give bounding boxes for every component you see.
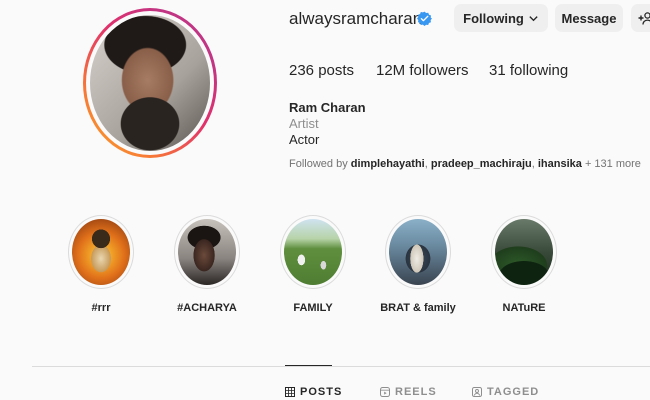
bio-text: Actor — [289, 132, 320, 147]
bio-category: Artist — [289, 116, 319, 131]
following-button-label: Following — [463, 10, 524, 26]
bio-full-name: Ram Charan — [289, 100, 366, 115]
highlight-cover — [495, 219, 553, 285]
highlight-cover — [389, 219, 447, 285]
add-user-icon — [638, 12, 650, 25]
following-link[interactable]: 31 following — [489, 62, 568, 79]
tagged-icon — [472, 387, 482, 397]
highlight-family[interactable]: FAMILY — [268, 215, 358, 314]
chevron-down-icon — [529, 15, 538, 21]
tab-tagged[interactable]: TAGGED — [472, 386, 539, 398]
followed-by[interactable]: Followed by dimplehayathi, pradeep_machi… — [289, 158, 641, 170]
active-tab-indicator — [285, 365, 332, 366]
followed-by-prefix: Followed by — [289, 158, 348, 170]
highlight-ring — [280, 215, 346, 289]
tabs-divider — [32, 366, 650, 367]
following-button[interactable]: Following — [454, 4, 548, 32]
verified-badge-icon — [417, 11, 432, 26]
highlight-acharya[interactable]: #ACHARYA — [162, 215, 252, 314]
tab-reels[interactable]: REELS — [380, 386, 437, 398]
highlight-brat-family[interactable]: BRAT & family — [373, 215, 463, 314]
profile-avatar[interactable] — [83, 8, 217, 158]
highlight-label: #rrr — [91, 302, 111, 314]
highlight-ring — [491, 215, 557, 289]
highlight-label: BRAT & family — [380, 302, 456, 314]
highlight-ring — [385, 215, 451, 289]
highlight-label: NATuRE — [502, 302, 546, 314]
message-button[interactable]: Message — [555, 4, 623, 32]
highlight-cover — [178, 219, 236, 285]
reels-icon — [380, 387, 390, 397]
followed-by-name: ihansika — [537, 158, 582, 170]
tab-reels-label: REELS — [395, 386, 437, 398]
followed-by-more: + 131 more — [584, 158, 641, 170]
profile-username: alwaysramcharan — [289, 9, 423, 28]
highlight-label: #ACHARYA — [177, 302, 237, 314]
highlight-label: FAMILY — [293, 302, 333, 314]
highlight-cover — [72, 219, 130, 285]
followed-by-name: dimplehayathi — [350, 158, 425, 170]
posts-count: 236 posts — [289, 62, 355, 79]
highlight-cover — [284, 219, 342, 285]
highlight-nature[interactable]: NATuRE — [479, 215, 569, 314]
followers-link[interactable]: 12M followers — [376, 62, 469, 79]
grid-icon — [285, 387, 295, 397]
avatar-ring-gap — [86, 11, 214, 155]
tab-tagged-label: TAGGED — [487, 386, 540, 398]
highlight-ring — [174, 215, 240, 289]
avatar-photo — [90, 15, 210, 151]
suggested-users-button[interactable] — [631, 4, 650, 32]
message-button-label: Message — [561, 10, 617, 26]
highlight-rrr[interactable]: #rrr — [56, 215, 146, 314]
highlight-ring — [68, 215, 134, 289]
tab-posts[interactable]: POSTS — [285, 386, 342, 398]
followed-by-name: pradeep_machiraju — [430, 158, 532, 170]
tab-posts-label: POSTS — [300, 386, 343, 398]
